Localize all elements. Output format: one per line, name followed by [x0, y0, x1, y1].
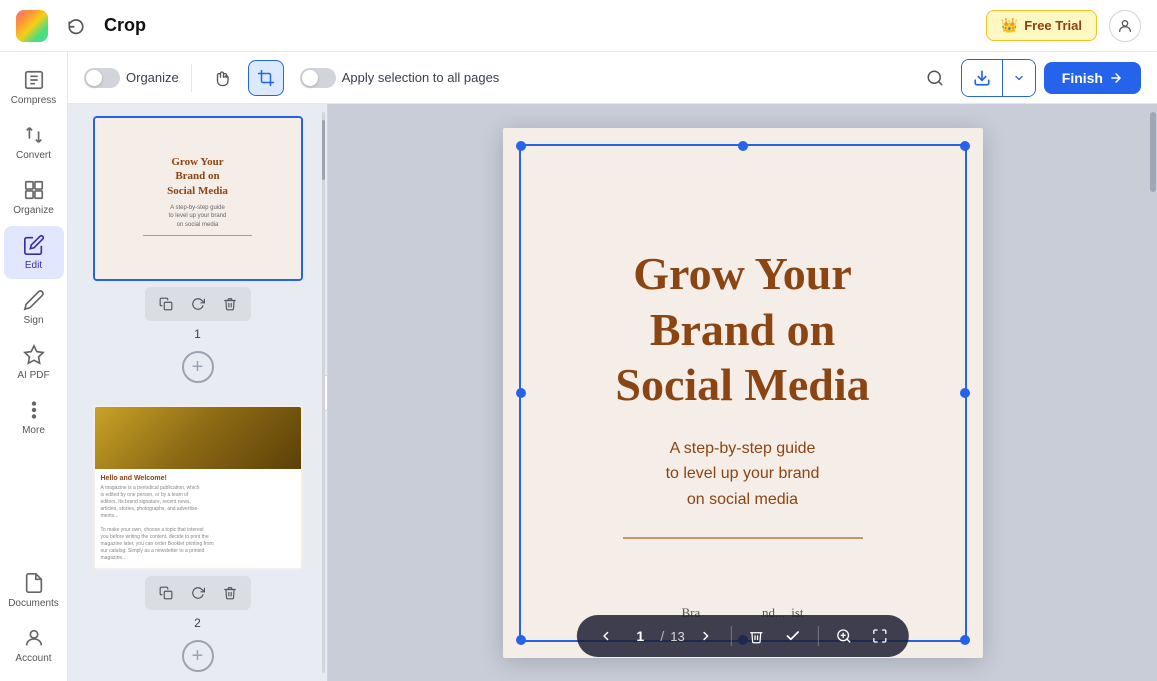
scroll-thumb[interactable] [322, 120, 325, 180]
canvas-subtitle-line1: A step-by-step guide [670, 440, 816, 457]
canvas-main-title: Grow YourBrand onSocial Media [615, 246, 869, 412]
sidebar-item-documents[interactable]: Documents [4, 564, 64, 617]
account-top-button[interactable] [1109, 10, 1141, 42]
page-1-number: 1 [194, 327, 201, 341]
thumb2-hello: Hello and Welcome! [101, 475, 295, 482]
undo-button[interactable] [60, 10, 92, 42]
sidebar-item-convert[interactable]: Convert [4, 116, 64, 169]
canvas-subtitle-line2: to level up your brand [666, 465, 820, 482]
finish-button[interactable]: Finish [1044, 62, 1141, 94]
page-2-delete-button[interactable] [217, 580, 243, 606]
sidebar-compress-label: Compress [11, 95, 57, 106]
sidebar-sign-label: Sign [23, 315, 43, 326]
search-button[interactable] [917, 60, 953, 96]
page-2-wrapper: Hello and Welcome! A magazine is a perio… [93, 405, 303, 570]
page-2-thumbnail[interactable]: Hello and Welcome! A magazine is a perio… [93, 405, 303, 570]
pag-zoom-in-button[interactable] [829, 621, 859, 651]
apply-all-toggle-group: Apply selection to all pages [300, 68, 500, 88]
page-1-delete-button[interactable] [217, 291, 243, 317]
sidebar-more-label: More [22, 425, 45, 436]
pagination-total: 13 [670, 629, 684, 644]
organize-label: Organize [126, 70, 179, 85]
canvas-bottom-line [623, 537, 863, 539]
sidebar-account-label: Account [15, 653, 51, 664]
page-2-container: Hello and Welcome! A magazine is a perio… [76, 405, 319, 630]
thumb1-line [143, 235, 252, 236]
free-trial-label: Free Trial [1024, 18, 1082, 33]
page-2-actions [145, 576, 251, 610]
sidebar-item-compress[interactable]: Compress [4, 61, 64, 114]
prev-page-button[interactable] [590, 621, 620, 651]
pag-divider-1 [731, 626, 732, 646]
toolbar: Organize Apply selection to all pages [68, 52, 1157, 104]
thumb1-title: Grow YourBrand onSocial Media [167, 155, 228, 198]
canvas-content: Grow YourBrand onSocial Media A step-by-… [519, 144, 967, 642]
page-2-rotate-button[interactable] [185, 580, 211, 606]
pag-divider-2 [818, 626, 819, 646]
page-2-number: 2 [194, 616, 201, 630]
page-1-wrapper: Grow YourBrand onSocial Media A step-by-… [93, 116, 303, 281]
sidebar-item-account[interactable]: Account [4, 619, 64, 672]
topbar: Crop 👑 Free Trial [0, 0, 1157, 52]
canvas-subtitle: A step-by-step guide to level up your br… [666, 436, 820, 513]
sidebar-documents-label: Documents [8, 598, 59, 609]
free-trial-button[interactable]: 👑 Free Trial [986, 10, 1097, 41]
thumb1-sub: A step-by-step guideto level up your bra… [169, 204, 227, 229]
right-scrollbar[interactable] [1149, 104, 1157, 681]
page-1-rotate-button[interactable] [185, 291, 211, 317]
add-page-after-1-button[interactable]: + [182, 351, 214, 383]
sidebar-item-organize[interactable]: Organize [4, 171, 64, 224]
sidebar-item-more[interactable]: More [4, 391, 64, 444]
crop-tool-button[interactable] [248, 60, 284, 96]
thumb2-text: A magazine is a periodical publication, … [101, 485, 295, 562]
sidebar-item-aipdf[interactable]: AI PDF [4, 336, 64, 389]
right-scroll-thumb[interactable] [1150, 112, 1156, 192]
left-sidebar: Compress Convert Organize Edit Sign AI P… [0, 52, 68, 681]
pagination-separator: / [660, 628, 664, 644]
pages-panel: Grow YourBrand onSocial Media A step-by-… [68, 104, 328, 681]
page-1-container: Grow YourBrand onSocial Media A step-by-… [76, 116, 319, 341]
main-layout: Compress Convert Organize Edit Sign AI P… [0, 52, 1157, 681]
apply-all-label: Apply selection to all pages [342, 70, 500, 85]
page-1-thumbnail[interactable]: Grow YourBrand onSocial Media A step-by-… [93, 116, 303, 281]
finish-label: Finish [1062, 70, 1103, 86]
sidebar-item-edit[interactable]: Edit [4, 226, 64, 279]
page-1-copy-button[interactable] [153, 291, 179, 317]
toolbar-divider-1 [191, 64, 192, 92]
crown-icon: 👑 [1001, 17, 1018, 34]
apply-all-toggle[interactable] [300, 68, 336, 88]
content-area: Grow YourBrand onSocial Media A step-by-… [68, 104, 1157, 681]
download-group [961, 59, 1036, 97]
page-title: Crop [104, 15, 974, 36]
sidebar-aipdf-label: AI PDF [17, 370, 49, 381]
page-number-input[interactable] [626, 622, 654, 650]
pag-delete-button[interactable] [742, 621, 772, 651]
canvas-subtitle-line3: on social media [687, 491, 798, 508]
sidebar-organize-label: Organize [13, 205, 54, 216]
next-page-button[interactable] [691, 621, 721, 651]
pagination-bar: / 13 [576, 615, 908, 657]
hand-tool-button[interactable] [204, 60, 240, 96]
organize-toggle-group: Organize [84, 68, 179, 88]
pag-fit-button[interactable] [865, 621, 895, 651]
page-1-actions [145, 287, 251, 321]
app-logo [16, 10, 48, 42]
sidebar-edit-label: Edit [25, 260, 42, 271]
download-chevron-button[interactable] [1003, 60, 1035, 96]
page-canvas: Grow YourBrand onSocial Media A step-by-… [503, 128, 983, 658]
add-page-after-2-button[interactable]: + [182, 640, 214, 672]
download-button[interactable] [962, 60, 1002, 96]
sidebar-convert-label: Convert [16, 150, 51, 161]
organize-toggle[interactable] [84, 68, 120, 88]
page-2-copy-button[interactable] [153, 580, 179, 606]
sidebar-item-sign[interactable]: Sign [4, 281, 64, 334]
canvas-area: Grow YourBrand onSocial Media A step-by-… [328, 104, 1157, 681]
pag-confirm-button[interactable] [778, 621, 808, 651]
